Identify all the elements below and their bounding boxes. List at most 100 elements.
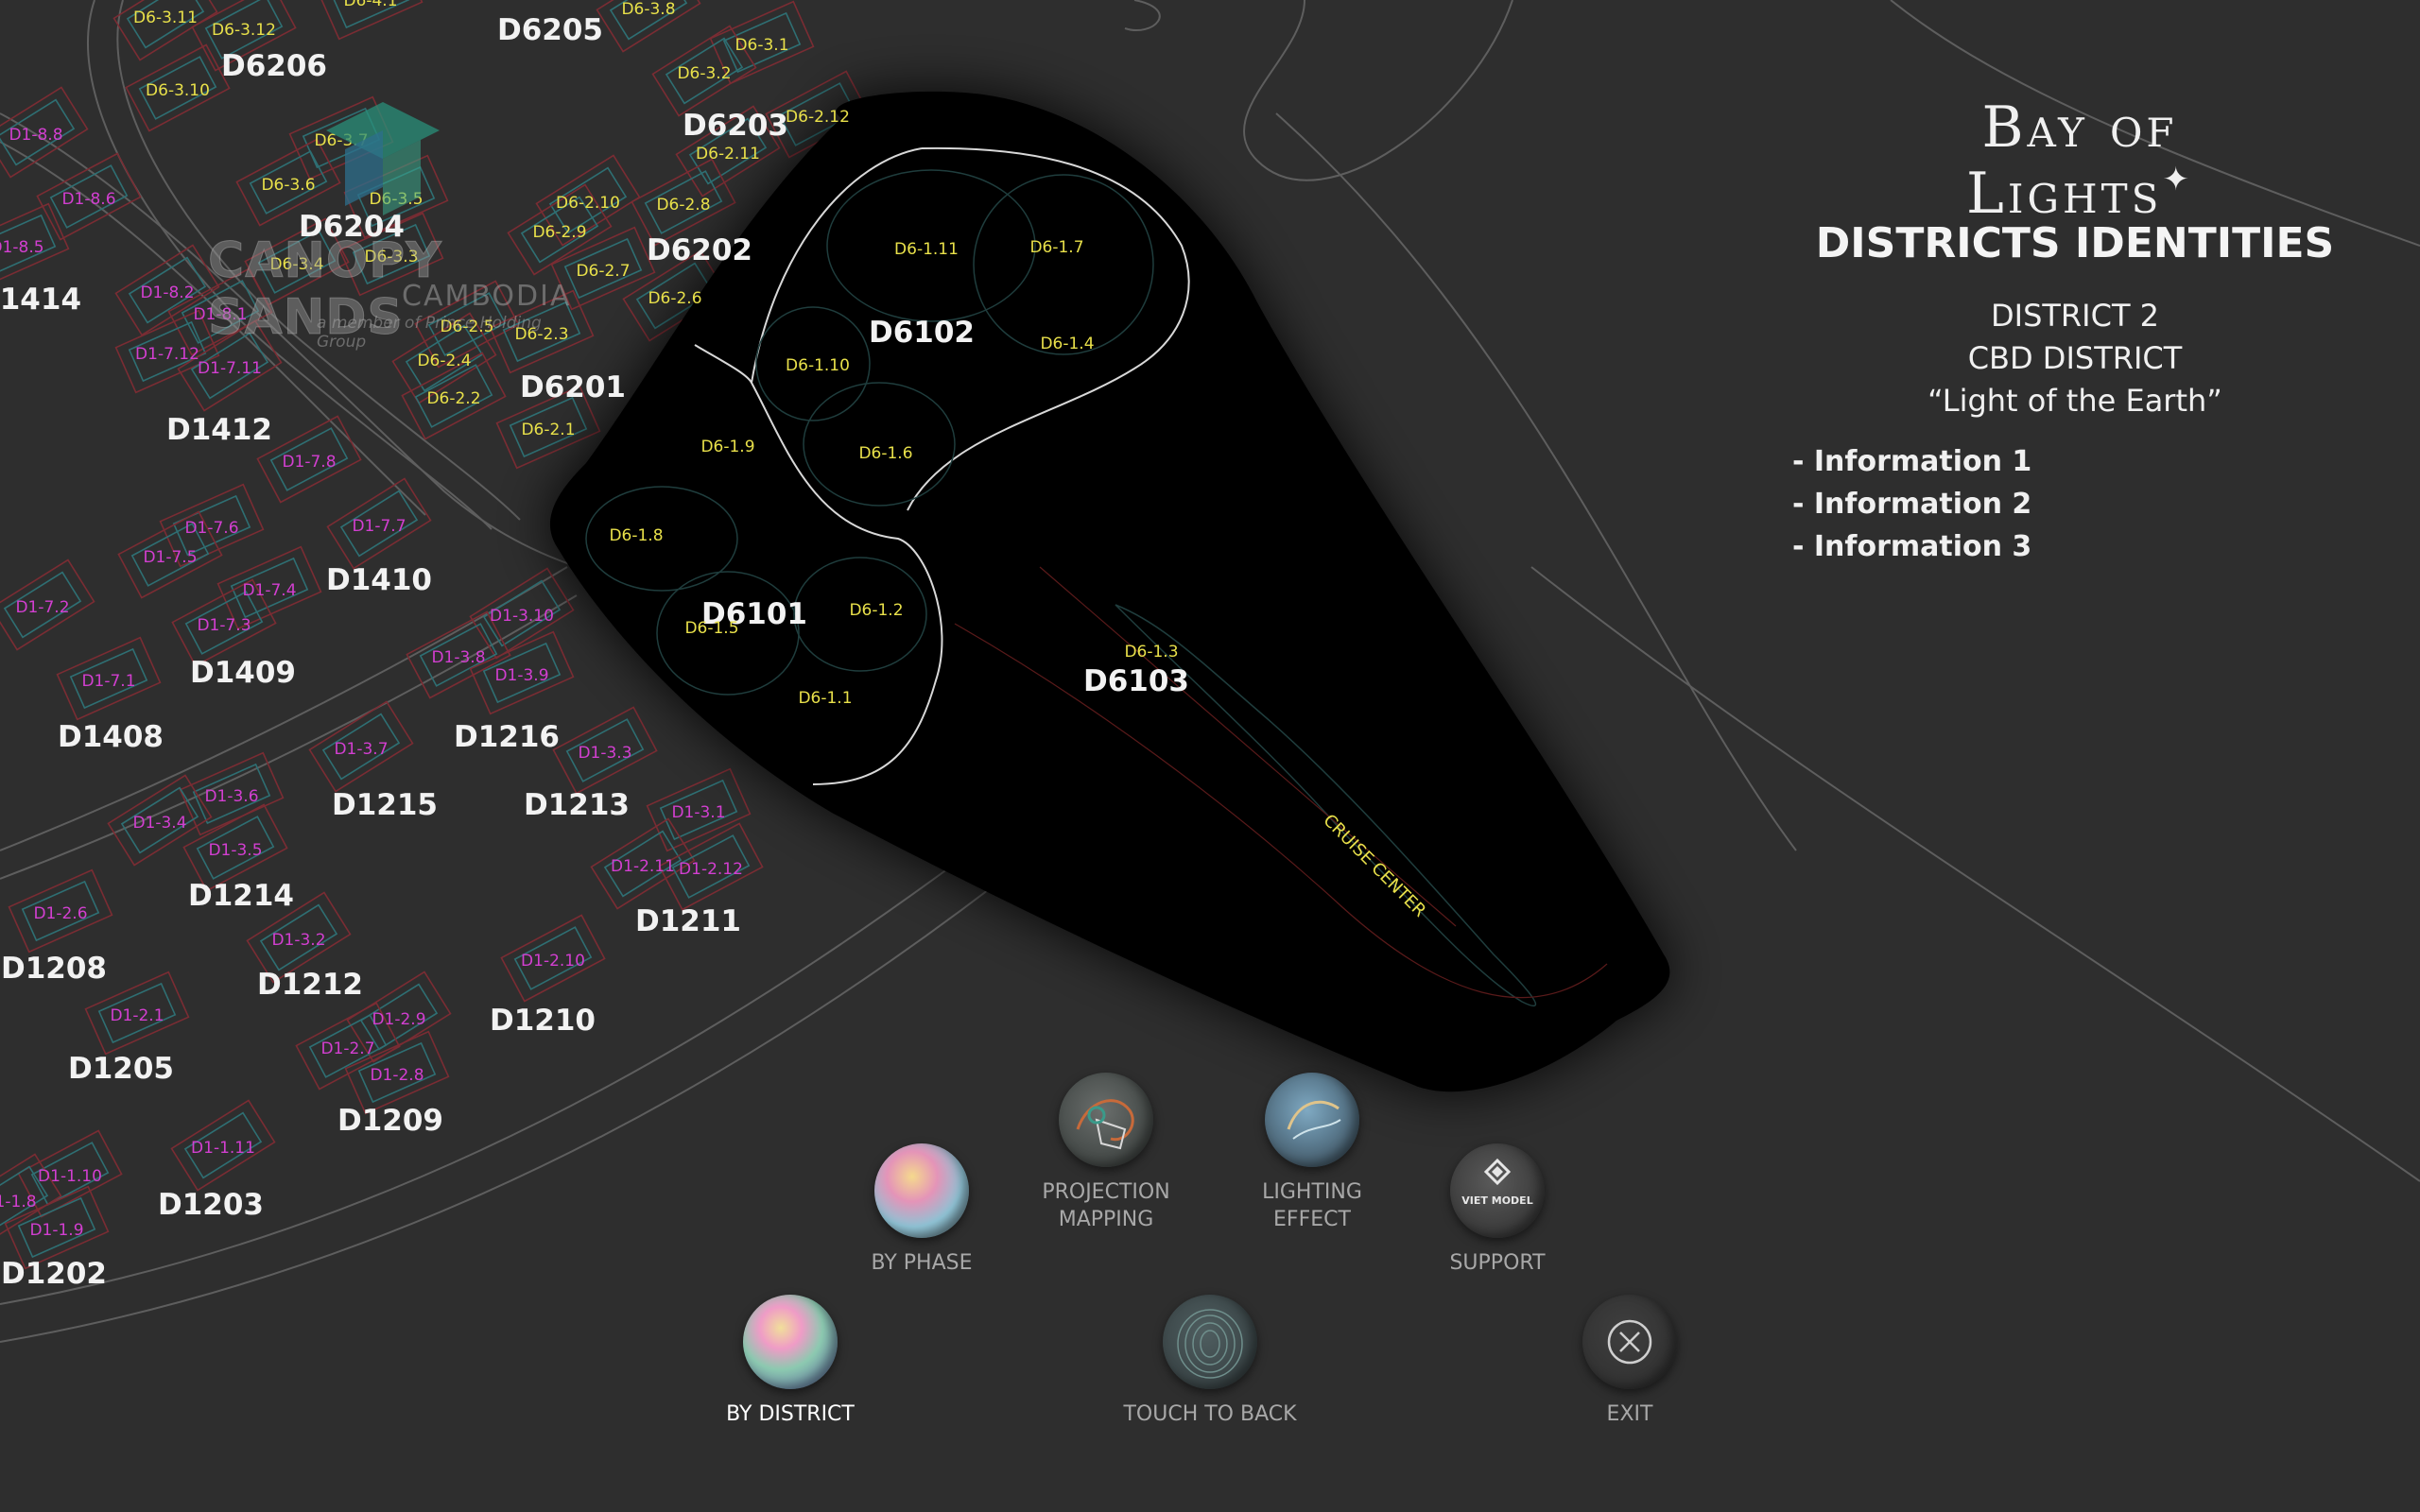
district-label[interactable]: D1208	[1, 952, 107, 986]
district-label[interactable]: D1214	[188, 879, 294, 913]
lot-label: D6-3.11	[133, 9, 198, 27]
projection-mapping-label: PROJECTION MAPPING	[1011, 1178, 1201, 1233]
lot-label: D1-7.6	[184, 519, 238, 538]
lot-label: D6-2.12	[786, 108, 850, 127]
district-label[interactable]: D1213	[524, 788, 630, 822]
district-label[interactable]: D6103	[1083, 664, 1189, 698]
lot-label: D1-1.8	[0, 1193, 37, 1211]
lot-label: D6-1.5	[684, 619, 738, 638]
district-label[interactable]: D1410	[326, 563, 432, 597]
district-label[interactable]: D6102	[869, 316, 975, 350]
lot-label: D1-1.11	[191, 1139, 255, 1158]
lot-label: D6-2.7	[576, 262, 630, 281]
lot-label: D6-4.1	[343, 0, 397, 10]
projection-mapping-button[interactable]: PROJECTION MAPPING	[1011, 1073, 1201, 1233]
district-label[interactable]: D1202	[1, 1257, 107, 1291]
projection-mapping-glyph	[1076, 1099, 1134, 1150]
district-info: DISTRICT 2 CBD DISTRICT “Light of the Ea…	[1881, 295, 2269, 422]
district-label[interactable]: D1211	[635, 904, 741, 938]
district-label[interactable]: D6205	[497, 13, 603, 47]
info-list: - Information 1 - Information 2 - Inform…	[1792, 440, 2031, 568]
lot-label: D1-3.2	[271, 931, 325, 950]
lot-label: D1-8.2	[140, 284, 194, 302]
lot-label: D1-3.9	[494, 666, 548, 685]
lot-label: D1-3.8	[431, 648, 485, 667]
by-district-button[interactable]: BY DISTRICT	[696, 1295, 885, 1428]
by-district-label: BY DISTRICT	[726, 1402, 855, 1426]
viet-model-badge: VIET MODEL	[1461, 1194, 1533, 1207]
viet-model-logo-icon	[1483, 1158, 1512, 1186]
touch-to-back-button[interactable]: TOUCH TO BACK	[1115, 1295, 1305, 1428]
canopy-sands-country: CAMBODIA	[402, 280, 572, 313]
district-label[interactable]: D1409	[190, 656, 296, 690]
lighting-effect-icon	[1265, 1073, 1359, 1167]
lot-label: D6-3.12	[212, 21, 276, 40]
projection-mapping-label-line: MAPPING	[1058, 1208, 1154, 1231]
district-label[interactable]: D1216	[454, 720, 560, 754]
district-label[interactable]: D1203	[158, 1188, 264, 1222]
support-button[interactable]: VIET MODEL SUPPORT	[1403, 1143, 1592, 1277]
district-label[interactable]: D1210	[490, 1004, 596, 1038]
lot-label: D6-2.11	[696, 145, 760, 163]
exit-orb	[1582, 1295, 1677, 1389]
lot-label: D1-2.10	[521, 952, 585, 971]
support-icon: VIET MODEL	[1450, 1143, 1545, 1238]
canopy-sands-logo-icon	[326, 102, 440, 215]
lot-label: D1-1.10	[38, 1167, 102, 1186]
panel-heading: DISTRICTS IDENTITIES	[1815, 219, 2335, 267]
lot-label: D1-1.9	[29, 1221, 83, 1240]
district-label[interactable]: D6206	[221, 49, 327, 83]
lot-label: D6-1.10	[786, 356, 850, 375]
by-phase-icon	[874, 1143, 969, 1238]
lighting-effect-glyph	[1287, 1100, 1341, 1140]
lot-label: D6-1.6	[858, 444, 912, 463]
lot-label: D1-2.6	[33, 904, 87, 923]
lot-label: D6-3.2	[677, 64, 731, 83]
district-label[interactable]: D6203	[683, 109, 788, 143]
district-label[interactable]: D1215	[332, 788, 438, 822]
lot-label: D6-2.2	[426, 389, 480, 408]
lot-label: D1-2.12	[679, 860, 743, 879]
district-label[interactable]: D6201	[520, 370, 626, 404]
exit-label: EXIT	[1606, 1402, 1653, 1426]
lighting-effect-label-line: LIGHTING	[1262, 1180, 1362, 1204]
lot-label: D6-2.1	[521, 421, 575, 439]
canopy-sands-tagline: a member of Prince Holding Group	[317, 314, 542, 352]
fingerprint-icon	[1163, 1295, 1257, 1389]
lot-label: D6-2.4	[417, 352, 471, 370]
lot-label: D6-1.1	[798, 689, 852, 708]
district-label[interactable]: D6202	[647, 233, 752, 267]
by-phase-button[interactable]: BY PHASE	[827, 1143, 1016, 1277]
lot-label: D1-2.11	[611, 857, 675, 876]
info-item: - Information 2	[1792, 488, 2032, 521]
lot-label: D1-7.11	[198, 359, 262, 378]
district-label[interactable]: D1412	[166, 413, 272, 447]
by-phase-label: BY PHASE	[871, 1251, 973, 1275]
lot-label: D6-3.8	[621, 0, 675, 19]
lot-label: D1-3.4	[132, 814, 186, 833]
lot-label: D1-3.6	[204, 787, 258, 806]
lighting-effect-label: LIGHTING EFFECT	[1218, 1178, 1407, 1233]
district-label[interactable]: D1205	[68, 1052, 174, 1086]
lot-label: D6-1.2	[849, 601, 903, 620]
lot-label: D1-3.10	[490, 607, 554, 626]
lot-label: D6-1.3	[1124, 643, 1178, 662]
district-tagline: “Light of the Earth”	[1927, 383, 2222, 419]
lot-label: D1-2.7	[320, 1040, 374, 1058]
district-label[interactable]: D1414	[0, 283, 81, 317]
touch-to-back-label: TOUCH TO BACK	[1123, 1402, 1297, 1426]
district-label[interactable]: D1209	[337, 1104, 443, 1138]
district-subtitle: CBD DISTRICT	[1967, 340, 2183, 376]
lot-label: D6-1.4	[1040, 335, 1094, 353]
lot-label: D6-1.8	[609, 526, 663, 545]
lighting-effect-button[interactable]: LIGHTING EFFECT	[1218, 1073, 1407, 1233]
projection-mapping-icon	[1059, 1073, 1153, 1167]
lot-label: D6-1.9	[700, 438, 754, 456]
exit-button[interactable]: EXIT	[1535, 1295, 1724, 1428]
lot-label: D1-7.8	[282, 453, 336, 472]
lot-label: D1-3.7	[334, 740, 388, 759]
lot-label: D1-7.12	[135, 345, 199, 364]
lot-label: D1-7.2	[15, 598, 69, 617]
district-label[interactable]: D1408	[58, 720, 164, 754]
district-label[interactable]: D1212	[257, 968, 363, 1002]
